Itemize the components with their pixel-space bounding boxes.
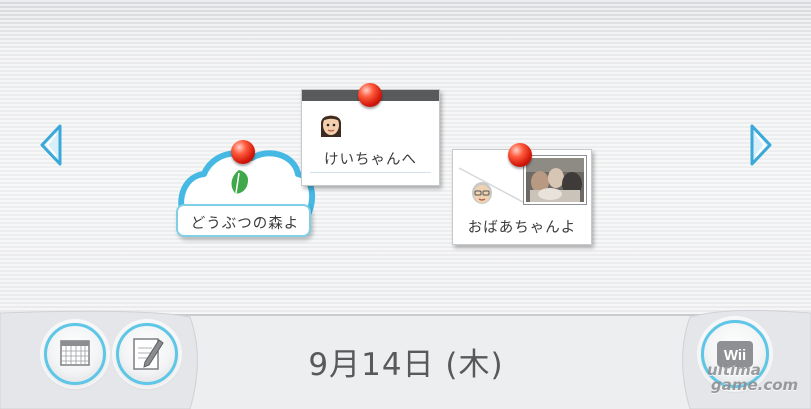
pushpin-icon: [358, 83, 382, 107]
message-title: けいちゃんへ: [324, 152, 417, 168]
card-divider: [310, 172, 431, 173]
bottom-bar: 9月14日 (木) Wii ultima game.com: [0, 305, 811, 409]
create-message-button[interactable]: [116, 323, 178, 385]
pushpin-icon: [231, 140, 255, 164]
pushpin-icon: [508, 143, 532, 167]
watermark-line2: game.com: [711, 376, 799, 394]
scroll-left-arrow-icon[interactable]: [38, 122, 66, 168]
leaf-icon: [231, 170, 248, 194]
scroll-right-arrow-icon[interactable]: [746, 122, 774, 168]
photo-thumbnail: [523, 155, 587, 205]
message-title: どうぶつの森よ: [190, 216, 300, 232]
current-date: 9月14日 (木): [308, 347, 504, 383]
calendar-button[interactable]: [44, 323, 106, 385]
mii-avatar-icon: [472, 182, 492, 204]
calendar-icon: [60, 340, 90, 366]
mii-avatar-icon: [321, 115, 341, 137]
memo-pencil-icon: [133, 338, 164, 370]
message-title: おばあちゃんよ: [467, 220, 577, 236]
message-board: どうぶつの森よ けいちゃんへ おばあちゃんよ: [0, 0, 811, 305]
watermark: ultima game.com: [707, 363, 798, 393]
